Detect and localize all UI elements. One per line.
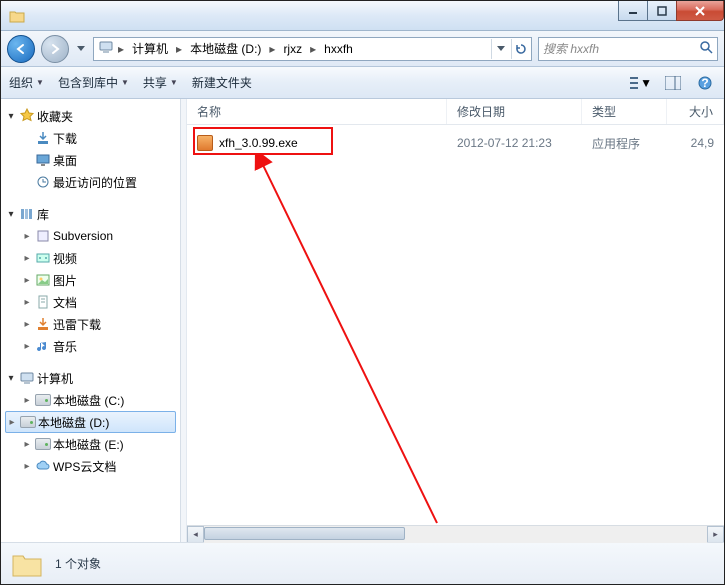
back-button[interactable] [7, 35, 35, 63]
help-button[interactable]: ? [694, 72, 716, 94]
file-size: 24,9 [667, 136, 724, 150]
video-icon [35, 250, 51, 266]
star-icon [19, 108, 35, 124]
doc-icon [35, 294, 51, 310]
sidebar-item-wps-cloud[interactable]: WPS云文档 [1, 455, 180, 477]
sidebar-item-music[interactable]: 音乐 [1, 335, 180, 357]
scroll-thumb[interactable] [204, 527, 405, 540]
computer-icon [19, 370, 35, 386]
file-date: 2012-07-12 21:23 [447, 136, 582, 150]
file-row[interactable]: xfh_3.0.99.exe 2012-07-12 21:23 应用程序 24,… [187, 131, 724, 155]
maximize-button[interactable] [647, 1, 677, 21]
refresh-button[interactable] [511, 39, 529, 59]
close-button[interactable] [676, 1, 724, 21]
chevron-right-icon[interactable]: ▸ [267, 42, 277, 56]
cloud-icon [35, 458, 51, 474]
new-folder-button[interactable]: 新建文件夹 [192, 74, 252, 91]
search-input[interactable]: 搜索 hxxfh [538, 37, 718, 61]
sidebar-item-videos[interactable]: 视频 [1, 247, 180, 269]
column-headers: 名称 修改日期 类型 大小 [187, 99, 724, 125]
search-icon [699, 40, 713, 57]
search-placeholder: 搜索 hxxfh [543, 40, 695, 57]
sidebar-item-documents[interactable]: 文档 [1, 291, 180, 313]
minimize-button[interactable] [618, 1, 648, 21]
chevron-right-icon[interactable]: ▸ [116, 42, 126, 56]
computer-icon [98, 39, 114, 58]
folder-icon [11, 550, 43, 578]
xunlei-icon [35, 316, 51, 332]
share-button[interactable]: 共享▼ [143, 74, 178, 91]
file-list-pane: 名称 修改日期 类型 大小 xfh_3.0.99.exe 2012-07-12 … [187, 99, 724, 542]
sidebar-item-downloads[interactable]: 下载 [1, 127, 180, 149]
breadcrumb-item[interactable]: 计算机 [128, 39, 172, 58]
navbar: ▸ 计算机 ▸ 本地磁盘 (D:) ▸ rjxz ▸ hxxfh 搜索 hxxf… [1, 31, 724, 67]
scroll-track[interactable] [204, 526, 707, 543]
address-dropdown[interactable] [491, 39, 509, 59]
include-library-button[interactable]: 包含到库中▼ [58, 74, 129, 91]
scroll-right-button[interactable]: ▸ [707, 526, 724, 543]
file-type: 应用程序 [582, 135, 667, 152]
sidebar-item-drive-e[interactable]: 本地磁盘 (E:) [1, 433, 180, 455]
download-icon [35, 130, 51, 146]
drive-icon [20, 414, 36, 430]
preview-pane-button[interactable] [662, 72, 684, 94]
chevron-right-icon[interactable]: ▸ [174, 42, 184, 56]
sidebar-computer[interactable]: 计算机 [1, 367, 180, 389]
column-type[interactable]: 类型 [582, 99, 667, 124]
svn-icon [35, 228, 51, 244]
drive-icon [35, 392, 51, 408]
address-bar[interactable]: ▸ 计算机 ▸ 本地磁盘 (D:) ▸ rjxz ▸ hxxfh [93, 37, 532, 61]
explorer-window: ▸ 计算机 ▸ 本地磁盘 (D:) ▸ rjxz ▸ hxxfh 搜索 hxxf… [0, 0, 725, 585]
annotation-arrow [247, 153, 467, 525]
folder-icon [9, 8, 25, 24]
view-options-button[interactable]: ▼ [630, 72, 652, 94]
content-area: 收藏夹 下载 桌面 最近访问的位置 库 Subversion 视频 图片 文档 … [1, 99, 724, 542]
history-dropdown[interactable] [75, 46, 87, 52]
titlebar [1, 1, 724, 31]
sidebar-favorites[interactable]: 收藏夹 [1, 105, 180, 127]
breadcrumb-item[interactable]: hxxfh [320, 41, 357, 57]
sidebar-item-recent[interactable]: 最近访问的位置 [1, 171, 180, 193]
organize-button[interactable]: 组织▼ [9, 74, 44, 91]
sidebar-libraries[interactable]: 库 [1, 203, 180, 225]
recent-icon [35, 174, 51, 190]
chevron-right-icon[interactable]: ▸ [308, 42, 318, 56]
music-icon [35, 338, 51, 354]
picture-icon [35, 272, 51, 288]
scroll-left-button[interactable]: ◂ [187, 526, 204, 543]
sidebar-item-xunlei[interactable]: 迅雷下载 [1, 313, 180, 335]
column-size[interactable]: 大小 [667, 99, 724, 124]
breadcrumb-item[interactable]: 本地磁盘 (D:) [186, 39, 265, 58]
toolbar: 组织▼ 包含到库中▼ 共享▼ 新建文件夹 ▼ ? [1, 67, 724, 99]
library-icon [19, 206, 35, 222]
sidebar-item-drive-d[interactable]: 本地磁盘 (D:) [5, 411, 176, 433]
status-text: 1 个对象 [55, 555, 101, 572]
horizontal-scrollbar[interactable]: ◂ ▸ [187, 525, 724, 542]
column-date[interactable]: 修改日期 [447, 99, 582, 124]
statusbar: 1 个对象 [1, 542, 724, 584]
exe-icon [197, 135, 213, 151]
breadcrumb-item[interactable]: rjxz [279, 41, 306, 57]
desktop-icon [35, 152, 51, 168]
file-name: xfh_3.0.99.exe [219, 136, 298, 150]
file-list[interactable]: xfh_3.0.99.exe 2012-07-12 21:23 应用程序 24,… [187, 125, 724, 525]
sidebar: 收藏夹 下载 桌面 最近访问的位置 库 Subversion 视频 图片 文档 … [1, 99, 181, 542]
sidebar-item-desktop[interactable]: 桌面 [1, 149, 180, 171]
drive-icon [35, 436, 51, 452]
sidebar-item-pictures[interactable]: 图片 [1, 269, 180, 291]
svg-text:?: ? [701, 76, 708, 90]
sidebar-item-subversion[interactable]: Subversion [1, 225, 180, 247]
forward-button[interactable] [41, 35, 69, 63]
sidebar-item-drive-c[interactable]: 本地磁盘 (C:) [1, 389, 180, 411]
column-name[interactable]: 名称 [187, 99, 447, 124]
